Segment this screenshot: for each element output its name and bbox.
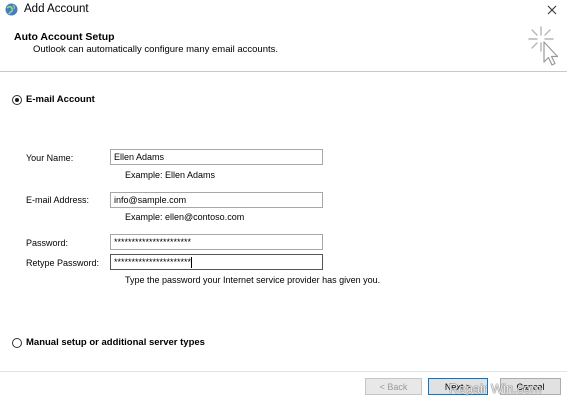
header-subtitle: Outlook can automatically configure many…: [33, 44, 279, 55]
email-hint: Example: ellen@contoso.com: [125, 212, 245, 222]
password-label: Password:: [26, 238, 69, 248]
back-button[interactable]: < Back: [365, 378, 422, 395]
email-label: E-mail Address:: [26, 195, 90, 205]
name-field[interactable]: Ellen Adams: [110, 149, 323, 165]
close-icon: [547, 5, 557, 15]
watermark: Repair Win.com: [449, 381, 542, 396]
outlook-globe-icon: [5, 3, 18, 16]
retype-password-field[interactable]: **********************: [110, 254, 323, 270]
footer-divider: [0, 371, 567, 372]
text-caret: [191, 257, 193, 269]
password-field[interactable]: **********************: [110, 234, 323, 250]
email-field[interactable]: info@sample.com: [110, 192, 323, 208]
manual-setup-radio[interactable]: [12, 337, 22, 348]
password-hint: Type the password your Internet service …: [125, 275, 381, 285]
window-title: Add Account: [24, 3, 89, 15]
retype-password-value: **********************: [114, 257, 192, 267]
retype-password-label: Retype Password:: [26, 258, 100, 268]
name-label: Your Name:: [26, 153, 74, 163]
email-account-option[interactable]: E-mail Account: [12, 94, 95, 105]
header-title: Auto Account Setup: [14, 31, 115, 43]
name-hint: Example: Ellen Adams: [125, 170, 216, 180]
email-account-label: E-mail Account: [26, 94, 95, 105]
manual-setup-label: Manual setup or additional server types: [26, 337, 205, 348]
email-account-radio[interactable]: [12, 94, 22, 105]
wizard-header: Auto Account Setup Outlook can automatic…: [0, 20, 567, 72]
title-bar: Add Account: [0, 0, 567, 20]
manual-setup-option[interactable]: Manual setup or additional server types: [12, 337, 205, 348]
cursor-sparkle-icon: [528, 26, 559, 66]
close-button[interactable]: [541, 0, 563, 20]
